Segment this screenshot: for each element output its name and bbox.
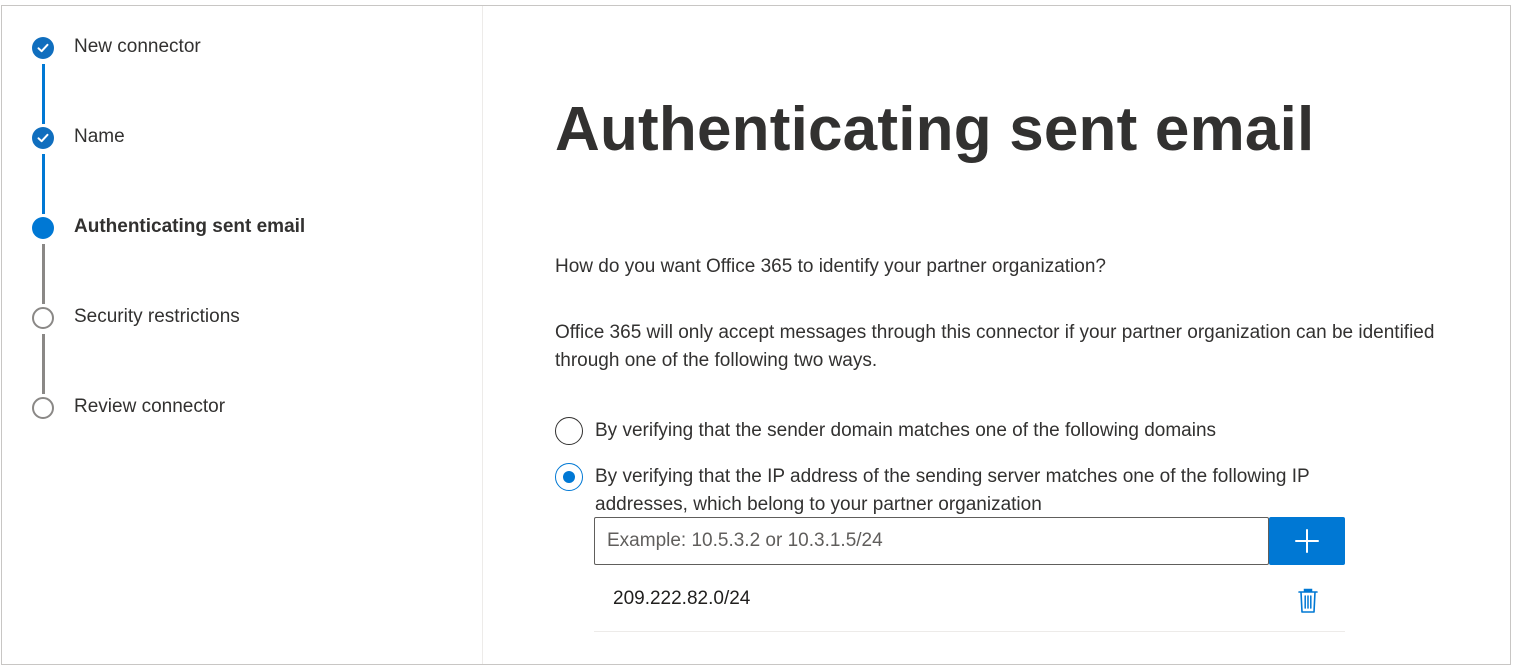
info-text: Office 365 will only accept messages thr…: [555, 322, 1435, 371]
ip-address-input[interactable]: [594, 517, 1269, 565]
step-new-connector[interactable]: New connector: [2, 32, 462, 62]
radio-label: By verifying that the IP address of the …: [595, 466, 1310, 515]
option-ip-address[interactable]: By verifying that the IP address of the …: [555, 463, 1395, 519]
check-icon: [32, 37, 54, 59]
pending-step-circle-icon: [32, 307, 54, 329]
ip-value: 209.222.82.0/24: [613, 588, 751, 609]
step-name[interactable]: Name: [2, 122, 462, 152]
page-title: Authenticating sent email: [555, 95, 1315, 164]
option-sender-domain[interactable]: By verifying that the sender domain matc…: [555, 417, 1395, 445]
radio-label: By verifying that the sender domain matc…: [595, 420, 1217, 441]
main-content: Authenticating sent email How do you wan…: [483, 6, 1510, 664]
radio-ip-address[interactable]: [555, 463, 583, 491]
ip-list-item: 209.222.82.0/24: [594, 572, 1345, 632]
check-icon: [32, 127, 54, 149]
step-connector-3: [42, 244, 45, 304]
step-connector-2: [42, 154, 45, 214]
step-security-restrictions[interactable]: Security restrictions: [2, 302, 462, 332]
delete-ip-button[interactable]: [1295, 586, 1321, 616]
step-authenticating-sent-email[interactable]: Authenticating sent email: [2, 212, 462, 242]
plus-icon: [1295, 529, 1319, 553]
step-label: Authenticating sent email: [74, 216, 306, 237]
step-label: New connector: [74, 36, 201, 57]
connector-wizard-panel: New connector Name Authenticating sent e…: [1, 5, 1511, 665]
current-step-dot-icon: [32, 217, 54, 239]
question-text: How do you want Office 365 to identify y…: [555, 256, 1106, 277]
wizard-stepper: New connector Name Authenticating sent e…: [2, 6, 482, 664]
step-label: Name: [74, 126, 125, 147]
step-label: Security restrictions: [74, 306, 240, 327]
step-connector-1: [42, 64, 45, 124]
radio-sender-domain[interactable]: [555, 417, 583, 445]
trash-icon: [1298, 588, 1318, 613]
add-ip-button[interactable]: [1269, 517, 1345, 565]
step-connector-4: [42, 334, 45, 394]
step-review-connector[interactable]: Review connector: [2, 392, 462, 422]
pending-step-circle-icon: [32, 397, 54, 419]
step-label: Review connector: [74, 396, 226, 417]
